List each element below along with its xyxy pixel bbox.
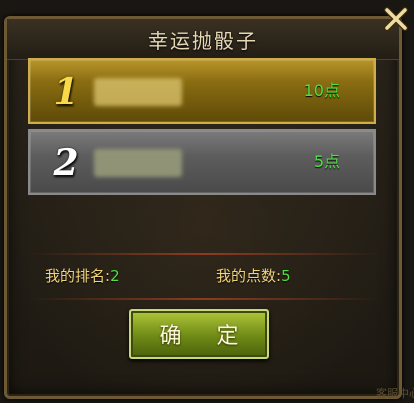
my-points-label: 我的点数: (216, 267, 282, 285)
confirm-button-label: 确 定 (159, 324, 253, 349)
my-rank-value: 2 (110, 267, 120, 285)
confirm-button[interactable]: 确 定 (129, 309, 269, 359)
rank-number: 1 (53, 71, 79, 113)
result-row-2: 2 5点 (28, 129, 376, 195)
divider (29, 298, 381, 300)
player-name-blurred (94, 78, 182, 106)
dialog-title: 幸运抛骰子 (148, 28, 258, 53)
points-value: 5点 (313, 152, 340, 171)
my-points-value: 5 (281, 267, 291, 285)
title-bar: 幸运抛骰子 (7, 19, 399, 60)
my-rank: 我的排名:2 (45, 265, 120, 286)
points-value: 10点 (303, 81, 340, 100)
rank-number: 2 (53, 142, 79, 184)
result-row-1: 1 10点 (28, 58, 376, 124)
divider (29, 253, 381, 255)
my-points: 我的点数:5 (216, 265, 291, 286)
my-rank-label: 我的排名: (45, 267, 111, 285)
edge-text: 客服中心 (376, 387, 414, 400)
close-icon[interactable] (380, 3, 412, 35)
player-name-blurred (94, 149, 182, 177)
dice-dialog: 幸运抛骰子 1 10点 2 5点 我的排名:2 我的点数:5 确 定 (4, 16, 402, 399)
